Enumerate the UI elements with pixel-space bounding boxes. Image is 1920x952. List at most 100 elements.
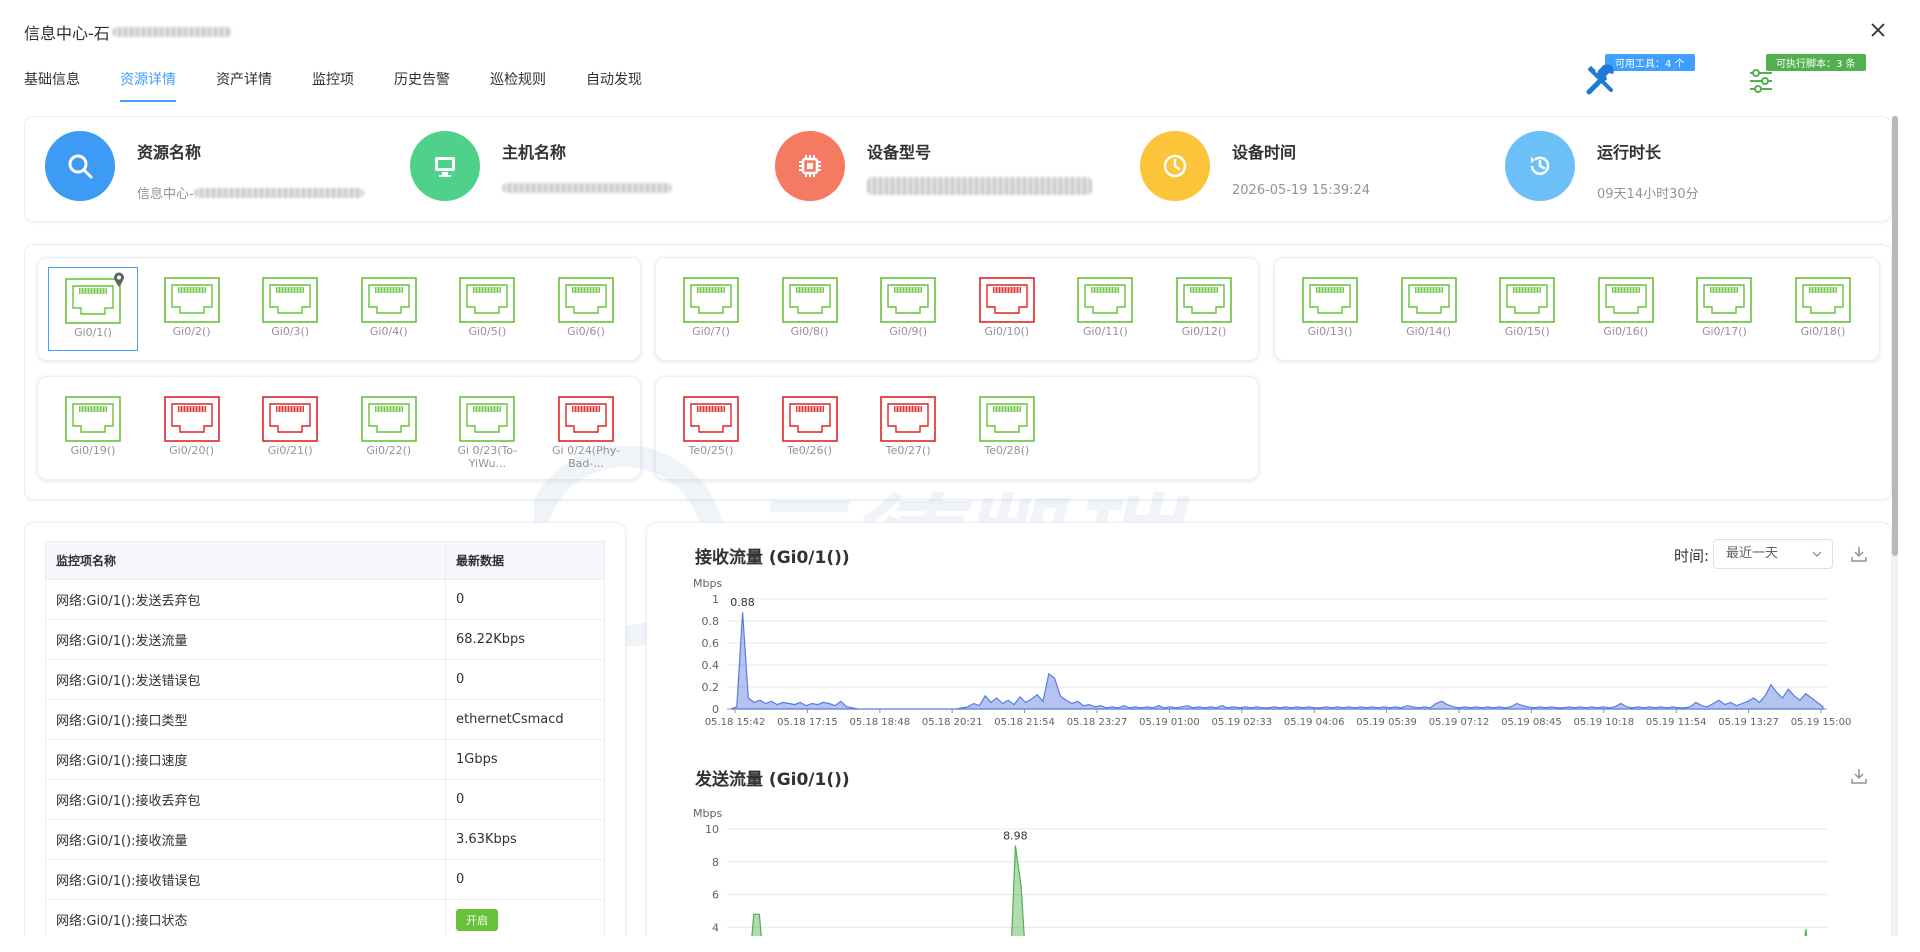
- port-gi0-14--[interactable]: Gi0/14(): [1384, 267, 1474, 351]
- table-row[interactable]: 网络:Gi0/1():接口状态 开启: [45, 899, 605, 936]
- port-gi0-17--[interactable]: Gi0/17(): [1679, 267, 1769, 351]
- download-icon[interactable]: [1850, 767, 1868, 785]
- port-gi0-18--[interactable]: Gi0/18(): [1778, 267, 1868, 351]
- chart-title-receive: 接收流量 (Gi0/1()): [695, 548, 850, 568]
- table-cell: 开启: [445, 899, 605, 936]
- port-gi0-20--[interactable]: Gi0/20(): [147, 386, 237, 470]
- port-gi0-9--[interactable]: Gi0/9(): [863, 267, 953, 351]
- table-row[interactable]: 网络:Gi0/1():接收丢弃包 0: [45, 779, 605, 820]
- port-gi0-3--[interactable]: Gi0/3(): [245, 267, 335, 351]
- sliders-icon: [1750, 69, 1772, 93]
- port-gi0-1--[interactable]: Gi0/1(): [48, 267, 138, 351]
- tab-2[interactable]: 资源详情: [120, 68, 176, 102]
- info-label: 主机名称: [502, 143, 567, 162]
- port-label: Gi0/13(): [1307, 325, 1353, 338]
- port-gi0-4--[interactable]: Gi0/4(): [344, 267, 434, 351]
- table-row[interactable]: 网络:Gi0/1():发送流量 68.22Kbps: [45, 619, 605, 660]
- tab-1[interactable]: 基础信息: [24, 68, 80, 102]
- port-label: Te0/28(): [984, 444, 1030, 457]
- port-te0-28--[interactable]: Te0/28(): [962, 386, 1052, 470]
- port-gi0-16--[interactable]: Gi0/16(): [1581, 267, 1671, 351]
- ethernet-port-icon: [558, 277, 614, 323]
- info-device-model: 设备型号 E: [775, 131, 1092, 201]
- available-tools[interactable]: 可用工具：4 个: [1585, 52, 1735, 98]
- ethernet-port-icon: [163, 396, 220, 442]
- tab-3[interactable]: 资产详情: [216, 68, 272, 102]
- scrollbar-thumb[interactable]: [1892, 116, 1898, 556]
- download-icon[interactable]: [1850, 545, 1868, 563]
- port-label: Gi0/11(): [1082, 325, 1128, 338]
- port-gi0-19--[interactable]: Gi0/19(): [48, 386, 138, 470]
- ethernet-port-icon: [459, 277, 516, 323]
- y-tick-label: 6: [712, 889, 719, 902]
- ethernet-port-icon: [360, 396, 417, 442]
- x-tick-label: 05.18 18:48: [849, 717, 910, 728]
- table-row[interactable]: 网络:Gi0/1():接口类型 ethernetCsmacd: [45, 699, 605, 740]
- port-gi-0-23-to-yiwu---[interactable]: Gi 0/23(To-YiWu...: [442, 386, 532, 470]
- table-cell: 网络:Gi0/1():接收流量: [45, 819, 446, 860]
- executable-scripts[interactable]: 可执行脚本：3 条: [1744, 52, 1884, 98]
- port-group: Gi0/19() Gi0/20() Gi0/21() Gi0/22() Gi 0/23(…: [37, 376, 641, 480]
- table-cell: 3.63Kbps: [445, 819, 605, 860]
- ethernet-port-icon: [880, 277, 936, 323]
- table-row[interactable]: 网络:Gi0/1():接口速度 1Gbps: [45, 739, 605, 780]
- scripts-badge: 可执行脚本：3 条: [1766, 54, 1866, 71]
- port-label: Gi0/6(): [567, 325, 605, 338]
- chart-title-send: 发送流量 (Gi0/1()): [695, 770, 850, 790]
- resource-info-card: 资源名称 信息中心- 主机名称 设备型号 E: [24, 116, 1892, 222]
- port-label: Gi0/14(): [1406, 325, 1452, 338]
- scrollbar[interactable]: [1892, 116, 1898, 936]
- port-gi0-6--[interactable]: Gi0/6(): [541, 267, 631, 351]
- x-tick-label: 05.19 05:39: [1356, 717, 1417, 728]
- ethernet-port-icon: [978, 396, 1035, 442]
- port-label: Gi0/15(): [1504, 325, 1550, 338]
- close-button[interactable]: [1866, 18, 1890, 42]
- port-gi0-10--[interactable]: Gi0/10(): [962, 267, 1052, 351]
- x-tick-label: 05.18 15:42: [705, 717, 766, 728]
- port-gi0-5--[interactable]: Gi0/5(): [442, 267, 532, 351]
- port-gi0-7--[interactable]: Gi0/7(): [666, 267, 756, 351]
- info-label: 运行时长: [1597, 143, 1662, 162]
- port-gi0-8--[interactable]: Gi0/8(): [765, 267, 855, 351]
- port-label: Gi0/21(): [267, 444, 313, 457]
- port-gi0-12--[interactable]: Gi0/12(): [1159, 267, 1249, 351]
- clock-icon: [1140, 131, 1210, 201]
- port-label: Gi0/19(): [70, 444, 116, 457]
- port-gi0-21--[interactable]: Gi0/21(): [245, 386, 335, 470]
- x-tick-label: 05.19 10:18: [1573, 717, 1634, 728]
- table-row[interactable]: 网络:Gi0/1():发送丢弃包 0: [45, 579, 605, 620]
- ethernet-port-icon: [683, 277, 739, 323]
- content-area: 资源名称 信息中心- 主机名称 设备型号 E: [24, 116, 1892, 936]
- tab-5[interactable]: 历史告警: [394, 68, 450, 102]
- info-value: 信息中心-: [137, 187, 194, 202]
- ethernet-port-icon: [781, 277, 838, 323]
- port-te0-25--[interactable]: Te0/25(): [666, 386, 756, 470]
- tab-7[interactable]: 自动发现: [586, 68, 642, 102]
- port-gi0-13--[interactable]: Gi0/13(): [1285, 267, 1375, 351]
- info-label: 资源名称: [137, 143, 202, 162]
- table-row[interactable]: 网络:Gi0/1():接收流量 3.63Kbps: [45, 819, 605, 860]
- port-gi0-22--[interactable]: Gi0/22(): [344, 386, 434, 470]
- tools-badge: 可用工具：4 个: [1605, 54, 1695, 71]
- x-tick-label: 05.18 20:21: [922, 717, 983, 728]
- port-gi0-11--[interactable]: Gi0/11(): [1060, 267, 1150, 351]
- table-cell: 网络:Gi0/1():发送错误包: [45, 659, 446, 700]
- table-cell: 0: [445, 659, 605, 700]
- port-label: Gi0/17(): [1701, 325, 1747, 338]
- tab-4[interactable]: 监控项: [312, 68, 354, 102]
- table-cell: 网络:Gi0/1():接口状态: [45, 899, 446, 936]
- tab-6[interactable]: 巡检规则: [490, 68, 546, 102]
- port-gi-0-24-phy-bad----[interactable]: Gi 0/24(Phy-Bad-...: [541, 386, 631, 470]
- ethernet-port-icon: [880, 396, 936, 442]
- info-uptime: 运行时长 09天14小时30分: [1505, 131, 1699, 202]
- table-row[interactable]: 网络:Gi0/1():接收错误包 0: [45, 859, 605, 900]
- port-te0-26--[interactable]: Te0/26(): [765, 386, 855, 470]
- port-te0-27--[interactable]: Te0/27(): [863, 386, 953, 470]
- y-tick-label: 10: [705, 823, 719, 836]
- table-cell: ethernetCsmacd: [445, 699, 605, 740]
- time-range-select[interactable]: 最近一天: [1713, 539, 1833, 569]
- x-tick-label: 05.19 04:06: [1284, 717, 1345, 728]
- port-gi0-15--[interactable]: Gi0/15(): [1482, 267, 1572, 351]
- table-row[interactable]: 网络:Gi0/1():发送错误包 0: [45, 659, 605, 700]
- port-gi0-2--[interactable]: Gi0/2(): [147, 267, 237, 351]
